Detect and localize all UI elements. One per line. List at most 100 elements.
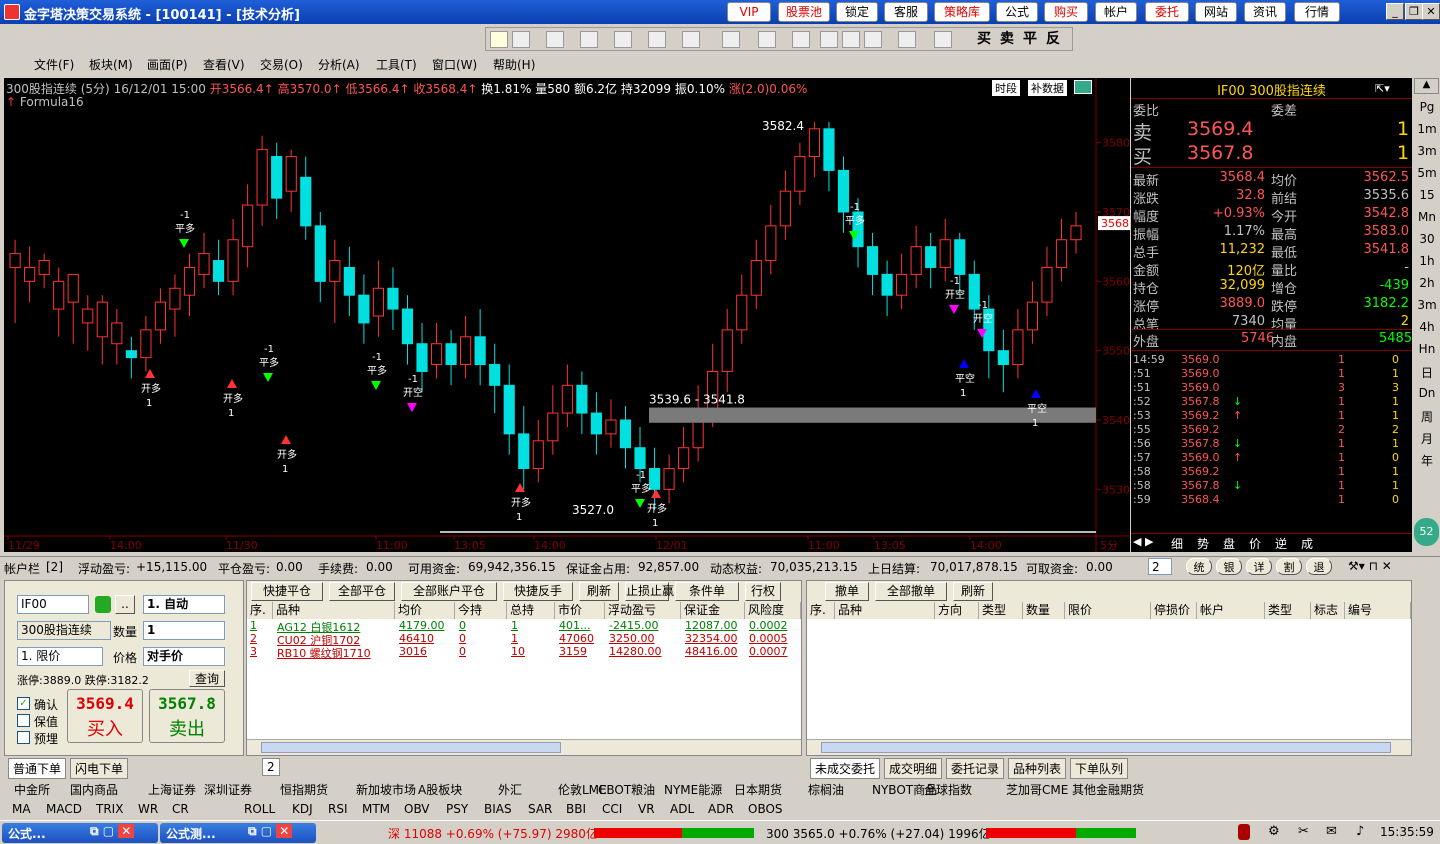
pos-cell[interactable]: 1 — [511, 632, 518, 645]
account-btn-1[interactable]: 银 — [1216, 558, 1242, 575]
indicator-tab-5[interactable]: ROLL — [244, 802, 275, 816]
period-tab-1[interactable]: 1m — [1416, 122, 1438, 136]
market-tab-15[interactable]: 芝加哥CME — [1006, 781, 1068, 798]
quote-tab-3[interactable]: 价 — [1249, 535, 1261, 552]
pos-cell[interactable]: 4179.00 — [399, 619, 445, 632]
line-tool-icon[interactable] — [512, 31, 530, 48]
ord-btn-1[interactable]: 全部撤单 — [875, 582, 947, 601]
pos-cell[interactable]: 10 — [511, 645, 525, 658]
period-tab-2[interactable]: 3m — [1416, 144, 1438, 158]
pos-cell[interactable]: 1 — [250, 619, 257, 632]
period-tab-12[interactable]: 日 — [1416, 364, 1438, 381]
sell-button[interactable]: 3567.8 卖出 — [149, 689, 225, 743]
pos-cell[interactable]: 48416.00 — [685, 645, 738, 658]
period-tab-16[interactable]: 年 — [1416, 452, 1438, 469]
chart-mode-icon[interactable] — [1074, 80, 1092, 94]
rect-tool-icon[interactable] — [722, 31, 740, 48]
account-btn-4[interactable]: 退 — [1306, 558, 1332, 575]
pos-btn-1[interactable]: 全部平仓 — [329, 582, 395, 601]
pos-cell[interactable]: 0 — [459, 619, 466, 632]
symbol-input[interactable]: IF00 — [17, 595, 89, 614]
menu-item-1[interactable]: 板块(M) — [89, 56, 133, 73]
top-button-11[interactable]: 行情 — [1294, 2, 1340, 22]
market-tab-0[interactable]: 中金所 — [14, 781, 50, 798]
right-tab-1[interactable]: 成交明细 — [884, 758, 943, 779]
indicator-tab-7[interactable]: RSI — [328, 802, 348, 816]
right-tab-0[interactable]: 未成交委托 — [810, 758, 881, 779]
market-tab-16[interactable]: 其他金融期货 — [1072, 781, 1144, 798]
close-button[interactable]: ✕ — [1422, 3, 1440, 20]
market-tab-3[interactable]: 深圳证券 — [204, 781, 252, 798]
top-button-4[interactable]: 策略库 — [934, 2, 990, 22]
indicator-tab-10[interactable]: PSY — [446, 802, 468, 816]
pos-btn-7[interactable]: 行权 — [745, 582, 781, 601]
pen-tool-icon[interactable] — [842, 31, 860, 48]
market-tab-12[interactable]: 棕榈油 — [808, 781, 844, 798]
indicator-tab-6[interactable]: KDJ — [292, 802, 313, 816]
indicator-tab-16[interactable]: ADL — [670, 802, 694, 816]
account-btn-3[interactable]: 割 — [1276, 558, 1302, 575]
top-button-1[interactable]: 股票池 — [778, 2, 830, 22]
top-button-5[interactable]: 公式 — [996, 2, 1038, 22]
pos-cell[interactable]: 0 — [459, 645, 466, 658]
indicator-tab-0[interactable]: MA — [12, 802, 31, 816]
pos-cell[interactable]: 3016 — [399, 645, 427, 658]
quote-tab-2[interactable]: 盘 — [1223, 535, 1235, 552]
pos-cell[interactable]: 47060 — [559, 632, 594, 645]
network-icon[interactable]: ⚙ — [1268, 824, 1280, 839]
right-tab-4[interactable]: 下单队列 — [1070, 758, 1129, 779]
pos-btn-4[interactable]: 刷新 — [579, 582, 619, 601]
pos-cell[interactable]: 3 — [250, 645, 257, 658]
pos-cell[interactable]: 0 — [459, 632, 466, 645]
tools-status-icon[interactable]: ✂ — [1298, 824, 1309, 839]
ord-btn-2[interactable]: 刷新 — [953, 582, 993, 601]
positions-scrollbar[interactable] — [247, 739, 801, 755]
top-button-8[interactable]: 委托 — [1145, 2, 1189, 22]
buy-button[interactable]: 3569.4 买入 — [67, 689, 143, 743]
lock-icon[interactable] — [95, 596, 111, 613]
query-button[interactable]: 查询 — [189, 670, 225, 687]
quote-tab-1[interactable]: 势 — [1197, 535, 1209, 552]
preset-checkbox[interactable] — [17, 731, 30, 744]
period-tab-15[interactable]: 月 — [1416, 430, 1438, 447]
mode-select[interactable]: 1. 自动 — [143, 595, 225, 614]
indicator-tab-12[interactable]: SAR — [528, 802, 552, 816]
market-tab-2[interactable]: 上海证券 — [148, 781, 196, 798]
erase-tool-icon[interactable] — [820, 31, 838, 48]
indicator-tab-3[interactable]: WR — [138, 802, 158, 816]
menu-item-6[interactable]: 工具(T) — [376, 56, 417, 73]
cursor-tool-icon[interactable] — [490, 31, 508, 48]
indicator-tab-1[interactable]: MACD — [46, 802, 82, 816]
tab-flash-order[interactable]: 闪电下单 — [70, 758, 129, 779]
top-button-2[interactable]: 锁定 — [836, 2, 878, 22]
color-tool-icon[interactable] — [898, 31, 916, 48]
chart-tool-icon[interactable] — [864, 31, 882, 48]
period-tab-0[interactable]: Pg — [1416, 100, 1438, 114]
account-btn-0[interactable]: 统 — [1186, 558, 1212, 575]
indicator-tab-15[interactable]: VR — [638, 802, 655, 816]
right-tab-2[interactable]: 委托记录 — [946, 758, 1005, 779]
period-tab-11[interactable]: Hn — [1416, 342, 1438, 356]
trade-tool-1[interactable]: 卖 — [997, 31, 1017, 48]
arc-tool-icon[interactable] — [792, 31, 810, 48]
period-tab-3[interactable]: 5m — [1416, 166, 1438, 180]
market-tab-9[interactable]: CBOT粮油 — [598, 781, 655, 798]
pos-cell[interactable]: 0.0002 — [749, 619, 788, 632]
pos-cell[interactable]: 1 — [511, 619, 518, 632]
trade-tool-0[interactable]: 买 — [974, 31, 994, 48]
pos-btn-0[interactable]: 快捷平仓 — [251, 582, 323, 601]
tools-icon[interactable]: ⚒▾ ⊓ ✕ — [1348, 559, 1392, 573]
pos-btn-6[interactable]: 条件单 — [675, 582, 739, 601]
period-tab-10[interactable]: 4h — [1416, 320, 1438, 334]
account-btn-2[interactable]: 详 — [1246, 558, 1272, 575]
period-tab-4[interactable]: 15 — [1416, 188, 1438, 202]
indicator-tab-18[interactable]: OBOS — [748, 802, 783, 816]
market-tab-7[interactable]: 外汇 — [498, 781, 522, 798]
trade-tool-2[interactable]: 平 — [1020, 31, 1040, 48]
quote-tab-4[interactable]: 逆 — [1275, 535, 1287, 552]
indicator-tab-14[interactable]: CCI — [602, 802, 622, 816]
account-select[interactable]: 2 — [1148, 558, 1172, 575]
menu-item-8[interactable]: 帮助(H) — [493, 56, 535, 73]
top-button-3[interactable]: 客服 — [884, 2, 928, 22]
period-tab-13[interactable]: Dn — [1416, 386, 1438, 400]
